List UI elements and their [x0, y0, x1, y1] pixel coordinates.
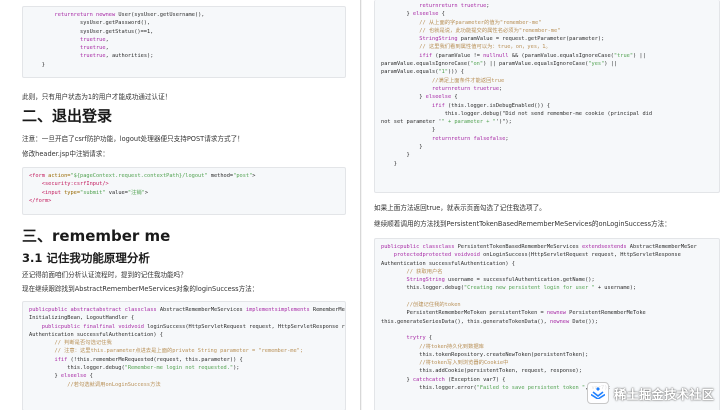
heading-logout: 二、退出登录 [22, 107, 113, 125]
paragraph-modify-header: 修改header.jsp中注销请求： [22, 150, 109, 158]
code-block-user-return: returnreturn newnew User(sysUser.getUser… [22, 6, 346, 78]
code-line: Authentication successfulAuthentication)… [29, 331, 163, 338]
code-line: ​ [381, 326, 713, 334]
code-line: } [381, 160, 397, 167]
code-line: paramValue.equals("1"))) { [381, 69, 464, 76]
code-line: truetrue, authorities); [80, 53, 154, 60]
code-line: // 这里我们看到属性值可以为：true，on，yes，1。 [419, 44, 551, 51]
code-line: <security:csrfInput/> [41, 181, 109, 188]
heading-remember-me: 三、remember me [22, 227, 171, 245]
code-line: } [381, 152, 410, 159]
code-line: this.generateSeriesData(), this.generate… [381, 318, 598, 325]
right-content: returnreturn truetrue; } elseelse { // 从… [362, 0, 720, 410]
code-line: //满足上面条件才能返回true [432, 77, 505, 84]
code-block-remember-me-requested: returnreturn truetrue; } elseelse { // 从… [374, 0, 720, 193]
code-line: this.logger.debug("Remember-me login not… [29, 365, 240, 372]
code-line: truetrue, [80, 45, 109, 52]
code-line: this.addCookie(persistentToken, request,… [381, 368, 582, 375]
code-line: this.tokenRepository.createNewToken(pers… [381, 351, 589, 358]
code-line: StringString paramValue = request.getPar… [419, 36, 605, 43]
code-line: this.logger.debug("Creating new persiste… [381, 285, 637, 292]
code-line: ifif (paramValue != nullnull && (paramVa… [419, 52, 646, 59]
left-page: returnreturn newnew User(sysUser.getUser… [0, 0, 361, 410]
paragraph-continue: 现在继续跟踪找到AbstractRememberMeServices对象的log… [22, 285, 259, 293]
paragraph-returns-true: 如果上面方法返回true，就表示页面勾选了记住我选项了。 [374, 204, 546, 212]
code-line: //若勾选就调用onLoginSuccess方法 [67, 381, 161, 388]
code-line: } [381, 144, 423, 151]
code-line: } elseelse { [381, 94, 458, 101]
code-line: ​ [381, 293, 713, 301]
code-line: // 判断是否勾选记住我 [54, 340, 112, 347]
code-line: // 从上面的字parameter的值为"remember-me" [419, 19, 542, 26]
code-line: protectedprotected voidvoid onLoginSucce… [393, 252, 681, 259]
code-line: PersistentRememberMeToken persistentToke… [381, 310, 646, 317]
code-line: trytry { [406, 335, 433, 342]
code-line: InitializingBean, LogoutHandler { [29, 315, 135, 322]
paragraph-recall: 还记得前面咱们分析认证流程时，提到的记住我功能吗？ [22, 271, 187, 279]
code-line: } elseelse { [381, 11, 445, 18]
juejin-logo-icon [586, 382, 609, 404]
code-line: sysUser.getStatus()==1, [29, 28, 154, 35]
code-line: </form> [29, 197, 52, 204]
code-line: publicpublic classclass PersistentTokenB… [381, 244, 697, 250]
code-block-abstract-remember-me: publicpublic abstractabstract classclass… [22, 301, 346, 410]
code-line: returnreturn falsefalse; [432, 135, 509, 142]
code-line: truetrue, [80, 36, 109, 43]
code-line: //创建记住我的token [406, 302, 461, 309]
code-line: ifif (!this.rememberMeRequested(request,… [54, 356, 243, 363]
code-line: returnreturn newnew User(sysUser.getUser… [54, 12, 205, 18]
code-line: // 获取用户名 [406, 268, 443, 275]
code-line: this.logger.debug("Did not send remember… [381, 110, 653, 117]
left-content: returnreturn newnew User(sysUser.getUser… [0, 0, 360, 410]
paragraph-logout-note: 注意：一旦开启了csrf防护功能，logout处理器便只支持POST请求方式了！ [22, 135, 244, 143]
code-line: StringString username = successfulAuthen… [406, 277, 595, 284]
code-line: not set parameter '" + parameter + "')")… [381, 119, 512, 126]
code-line: //将token持久化到数据库 [419, 343, 484, 350]
paragraph-status: 此则，只有用户状态为1的用户才能成功通过认证！ [22, 93, 172, 101]
watermark: 稀土掘金技术社区 [586, 382, 714, 404]
code-line: // 注意：这里this.parameter点进去是上面的private Str… [54, 348, 304, 355]
code-line: <form action="${pageContext.request.cont… [29, 173, 256, 179]
code-line: // 也就是说，此功能提交的属性名必须为"remember-me" [419, 27, 561, 34]
code-line: } [29, 61, 45, 68]
heading-remember-me-analysis: 3.1 记住我功能原理分析 [22, 251, 150, 265]
code-line: } elseelse { [29, 373, 93, 380]
code-line: sysUser.getPassword(), [29, 20, 151, 27]
code-line: //将token写入到浏览器的Cookie中 [419, 360, 509, 367]
code-line: } [381, 127, 436, 134]
code-line: publicpublic abstractabstract classclass… [29, 307, 345, 313]
watermark-text: 稀土掘金技术社区 [613, 386, 714, 402]
code-line: Authentication successfulAuthentication)… [381, 260, 515, 267]
code-line: returnreturn truetrue; [432, 85, 503, 92]
code-block-logout-form: <form action="${pageContext.request.cont… [22, 167, 346, 215]
code-line: returnreturn truetrue; [419, 3, 490, 9]
code-line: <input type="submit" value="注销"> [41, 189, 149, 196]
code-line: ifif (this.logger.isDebugEnabled()) { [432, 102, 551, 109]
code-line: publicpublic finalfinal voidvoid loginSu… [41, 323, 345, 330]
code-line: paramValue.equalsIgnoreCase("on") || par… [381, 61, 618, 68]
right-page: returnreturn truetrue; } elseelse { // 从… [362, 0, 720, 410]
paragraph-follow-method: 继续顺着调用的方法找到PersistentTokenBasedRememberM… [374, 220, 671, 228]
